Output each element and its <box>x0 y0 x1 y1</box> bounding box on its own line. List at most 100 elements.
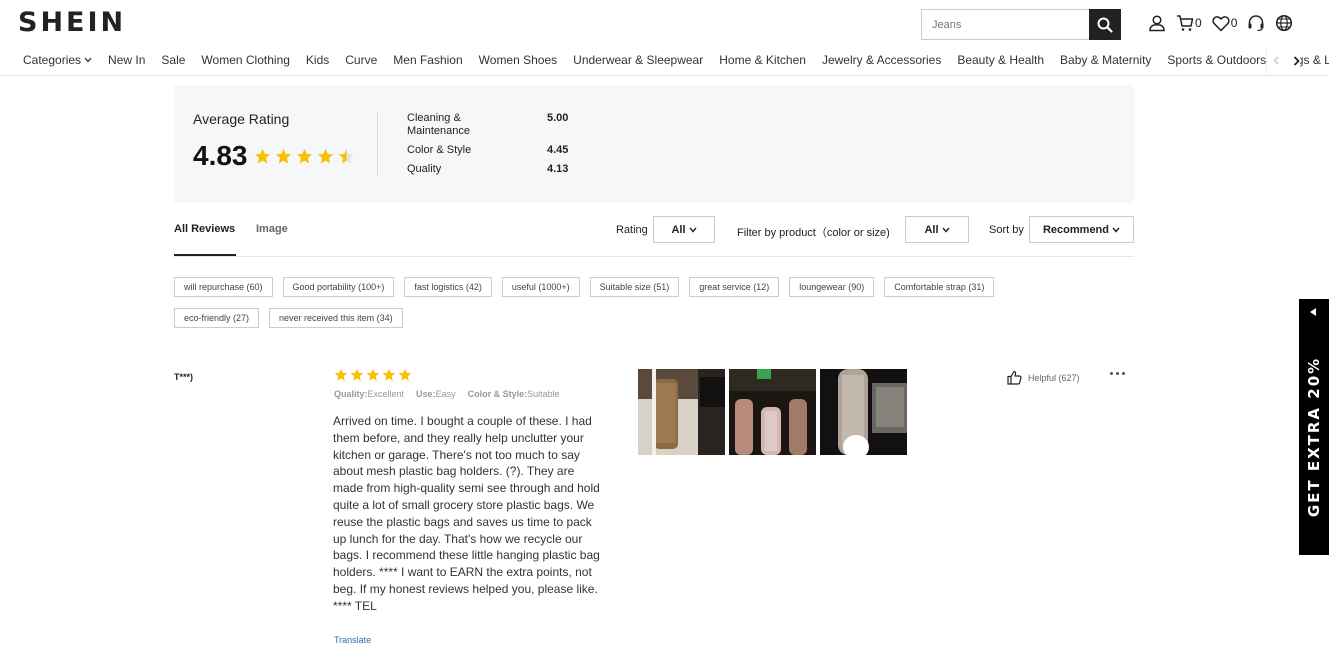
thumbs-up-icon <box>1007 370 1022 385</box>
heart-icon <box>1212 15 1230 31</box>
helpful-label: Helpful (627) <box>1028 372 1080 383</box>
review-tags: will repurchase (60) Good portability (10… <box>174 277 1074 328</box>
rating-summary: Average Rating 4.83 Cleaning & Maintenan… <box>174 85 1134 203</box>
account-button[interactable] <box>1148 14 1166 32</box>
wishlist-count: 0 <box>1230 16 1238 30</box>
product-filter-label: Filter by product（color or size) <box>737 227 890 239</box>
chevron-down-icon <box>1112 227 1120 233</box>
promo-text: GET EXTRA 20% <box>1305 356 1323 518</box>
more-options-button[interactable] <box>1110 372 1125 375</box>
translate-link[interactable]: Translate <box>334 635 371 645</box>
wishlist-button[interactable]: 0 <box>1212 15 1238 32</box>
nav-item-baby-maternity[interactable]: Baby & Maternity <box>1060 53 1151 67</box>
review-photo-1[interactable] <box>638 369 725 455</box>
attr-name-color-style: Color & Style: <box>467 389 528 399</box>
attr-value-color-style: Suitable <box>527 389 560 399</box>
metric-name-cleaning: Cleaning & Maintenance <box>407 112 470 137</box>
category-nav: Categories New In Sale Women Clothing Ki… <box>0 46 1329 76</box>
nav-item-sports-outdoors[interactable]: Sports & Outdoors <box>1167 53 1266 67</box>
review-tag-chip[interactable]: eco-friendly (27) <box>174 308 260 328</box>
helpful-button[interactable]: Helpful (627) <box>1007 370 1080 385</box>
rating-filter-value: All <box>671 223 686 236</box>
chevron-down-icon <box>84 57 92 63</box>
support-button[interactable] <box>1247 14 1265 32</box>
review-tag-chip[interactable]: fast logistics (42) <box>404 277 492 297</box>
cart-button[interactable]: 0 <box>1176 14 1202 32</box>
attr-name-use: Use: <box>416 389 436 399</box>
extra-discount-tab[interactable]: GET EXTRA 20% <box>1299 299 1329 555</box>
reviewer-name: T***) <box>174 372 194 382</box>
shein-logo[interactable]: SHEIN <box>18 7 126 38</box>
star-icon <box>317 148 334 164</box>
star-icon <box>338 148 355 164</box>
metric-value-quality: 4.13 <box>547 163 569 175</box>
header-icons: 0 0 <box>1148 14 1293 32</box>
chevron-left-icon[interactable] <box>1273 56 1279 65</box>
rating-filter-select[interactable]: All <box>653 216 715 243</box>
nav-item-men-fashion[interactable]: Men Fashion <box>393 53 462 67</box>
tab-all-reviews[interactable]: All Reviews <box>174 223 235 235</box>
nav-item-sale[interactable]: Sale <box>161 53 185 67</box>
nav-item-beauty-health[interactable]: Beauty & Health <box>957 53 1044 67</box>
nav-item-categories[interactable]: Categories <box>23 53 92 67</box>
star-icon <box>398 368 412 381</box>
nav-item-women-clothing[interactable]: Women Clothing <box>201 53 290 67</box>
star-icon <box>275 148 292 164</box>
nav-item-new-in[interactable]: New In <box>108 53 145 67</box>
star-icon <box>366 368 380 381</box>
review-tag-chip[interactable]: Comfortable strap (31) <box>884 277 995 297</box>
review-photo-3[interactable] <box>820 369 907 455</box>
search-input[interactable] <box>922 10 1089 39</box>
metric-name-quality: Quality <box>407 163 442 175</box>
header: SHEIN 0 0 <box>0 0 1329 46</box>
nav-item-kids[interactable]: Kids <box>306 53 329 67</box>
headset-icon <box>1248 15 1264 32</box>
globe-icon <box>1276 14 1293 32</box>
chevron-down-icon <box>941 227 950 233</box>
review-photo-2[interactable] <box>729 369 816 455</box>
active-tab-indicator <box>174 254 236 256</box>
tab-image[interactable]: Image <box>256 223 288 235</box>
review-tag-chip[interactable]: will repurchase (60) <box>174 277 273 297</box>
nav-item-jewelry-accessories[interactable]: Jewelry & Accessories <box>822 53 941 67</box>
review-tag-chip[interactable]: never received this item (34) <box>269 308 403 328</box>
rating-filter-label: Rating <box>616 224 648 236</box>
chevron-right-icon[interactable] <box>1293 55 1300 66</box>
chevron-down-icon <box>688 227 697 233</box>
review-text: Arrived on time. I bought a couple of th… <box>333 414 600 613</box>
review-tag-chip[interactable]: Good portability (100+) <box>282 277 395 297</box>
star-icon <box>382 368 396 381</box>
star-icon <box>254 148 271 164</box>
search-bar <box>921 9 1121 40</box>
review-tag-chip[interactable]: Suitable size (51) <box>589 277 680 297</box>
nav-item-women-shoes[interactable]: Women Shoes <box>479 53 558 67</box>
review-stars <box>334 368 412 382</box>
triangle-left-icon <box>1310 308 1316 316</box>
language-button[interactable] <box>1275 14 1293 32</box>
review-tabs-bar: All Reviews Image Rating All Filter by p… <box>174 216 1134 257</box>
review-tag-chip[interactable]: great service (12) <box>689 277 780 297</box>
review-attributes: Quality:Excellent Use:Easy Color & Style:S… <box>334 389 560 399</box>
average-rating-label: Average Rating <box>193 111 290 127</box>
review-photos <box>638 369 907 455</box>
attr-value-use: Easy <box>435 389 456 399</box>
search-icon <box>1097 17 1113 33</box>
nav-scroll-controls <box>1266 46 1300 75</box>
attr-name-quality: Quality: <box>334 389 368 399</box>
more-icon-dot <box>1122 372 1125 375</box>
search-button[interactable] <box>1089 9 1121 40</box>
more-icon-dot <box>1116 372 1119 375</box>
more-icon-dot <box>1110 372 1113 375</box>
nav-list: Categories New In Sale Women Clothing Ki… <box>23 53 1329 67</box>
sort-select[interactable]: Recommend <box>1029 216 1134 243</box>
sort-value: Recommend <box>1042 223 1110 236</box>
attr-value-quality: Excellent <box>367 389 405 399</box>
nav-item-home-kitchen[interactable]: Home & Kitchen <box>719 53 806 67</box>
review-tag-chip[interactable]: loungewear (90) <box>789 277 875 297</box>
star-icon <box>296 148 313 164</box>
review-tag-chip[interactable]: useful (1000+) <box>501 277 580 297</box>
product-filter-select[interactable]: All <box>905 216 969 243</box>
user-icon <box>1149 15 1165 32</box>
nav-item-underwear-sleepwear[interactable]: Underwear & Sleepwear <box>573 53 703 67</box>
nav-item-curve[interactable]: Curve <box>345 53 377 67</box>
